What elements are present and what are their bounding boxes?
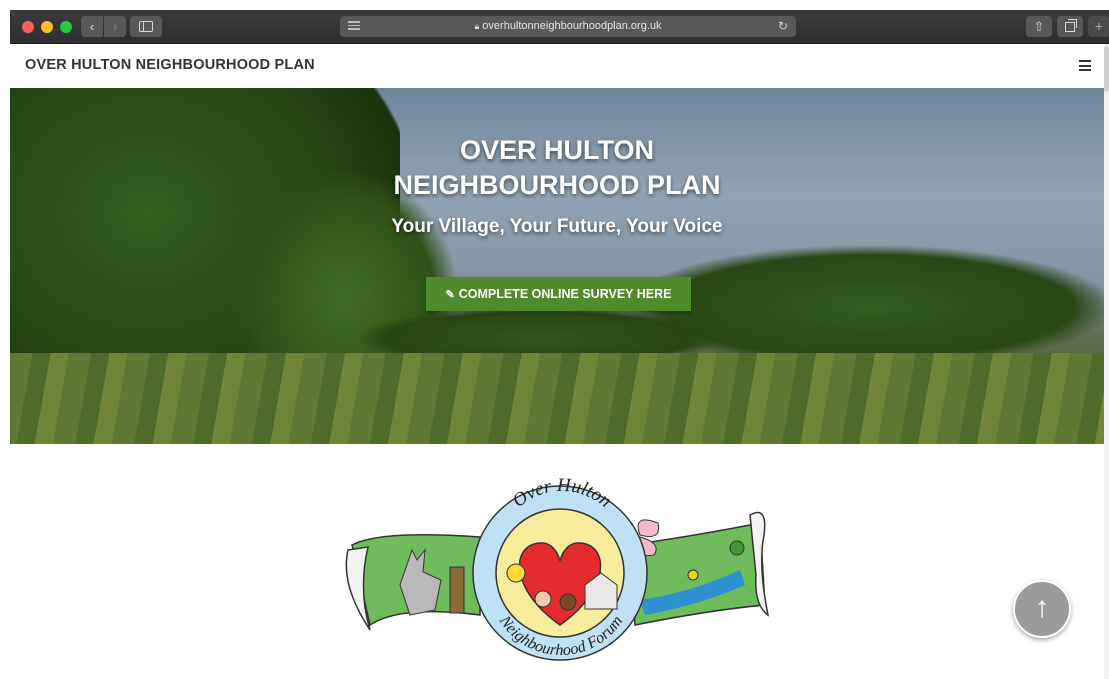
hamburger-icon[interactable]	[1079, 60, 1091, 74]
url-text: overhultonneighbourhoodplan.org.uk	[482, 20, 662, 32]
reload-icon[interactable]: ↻	[778, 16, 788, 37]
fullscreen-window-button[interactable]	[60, 21, 72, 33]
edit-icon: ✎	[445, 289, 455, 301]
back-button[interactable]: ‹	[81, 16, 103, 37]
chevron-left-icon: ‹	[89, 19, 95, 34]
site-navbar: OVER HULTON NEIGHBOURHOOD PLAN	[10, 44, 1105, 89]
plus-icon: +	[1094, 18, 1104, 34]
address-bar[interactable]: 🔒︎ overhultonneighbourhoodplan.org.uk ↻	[340, 16, 796, 37]
hero-subtitle: Your Village, Your Future, Your Voice	[391, 216, 723, 237]
forum-logo: Over Hulton Neighbourhood Forum	[340, 475, 772, 665]
forward-button[interactable]: ›	[104, 16, 126, 37]
page-margin	[0, 0, 10, 679]
share-button[interactable]: ⇧	[1026, 16, 1052, 37]
share-icon: ⇧	[1033, 19, 1045, 34]
browser-toolbar: ‹ › 🔒︎ overhultonneighbourhoodplan.org.uk…	[10, 10, 1109, 44]
chevron-right-icon: ›	[112, 19, 118, 34]
close-window-button[interactable]	[22, 21, 34, 33]
hero-title-line-2: NEIGHBOURHOOD PLAN	[393, 170, 721, 200]
reader-icon[interactable]	[348, 21, 360, 31]
scrollbar-thumb[interactable]	[1104, 46, 1109, 92]
hero-banner: OVER HULTON NEIGHBOURHOOD PLAN Your Vill…	[10, 88, 1104, 444]
hero-title-line-1: OVER HULTON	[459, 135, 654, 165]
site-brand[interactable]: OVER HULTON NEIGHBOURHOOD PLAN	[25, 57, 315, 73]
hero-title: OVER HULTON NEIGHBOURHOOD PLAN	[10, 133, 1104, 203]
arrow-up-icon: ↑	[1034, 591, 1050, 624]
new-tab-button[interactable]: +	[1088, 16, 1109, 37]
complete-survey-button[interactable]: ✎ COMPLETE ONLINE SURVEY HERE	[426, 277, 691, 311]
sidebar-toggle-button[interactable]	[130, 16, 162, 37]
page-scrollbar[interactable]	[1104, 44, 1109, 679]
scroll-to-top-button[interactable]: ↑	[1013, 580, 1071, 638]
lock-icon: 🔒︎	[474, 21, 480, 31]
minimize-window-button[interactable]	[41, 21, 53, 33]
tabs-icon	[1065, 19, 1077, 32]
cta-label: COMPLETE ONLINE SURVEY HERE	[458, 287, 672, 301]
show-tabs-button[interactable]	[1057, 16, 1083, 37]
sidebar-icon	[139, 21, 153, 32]
